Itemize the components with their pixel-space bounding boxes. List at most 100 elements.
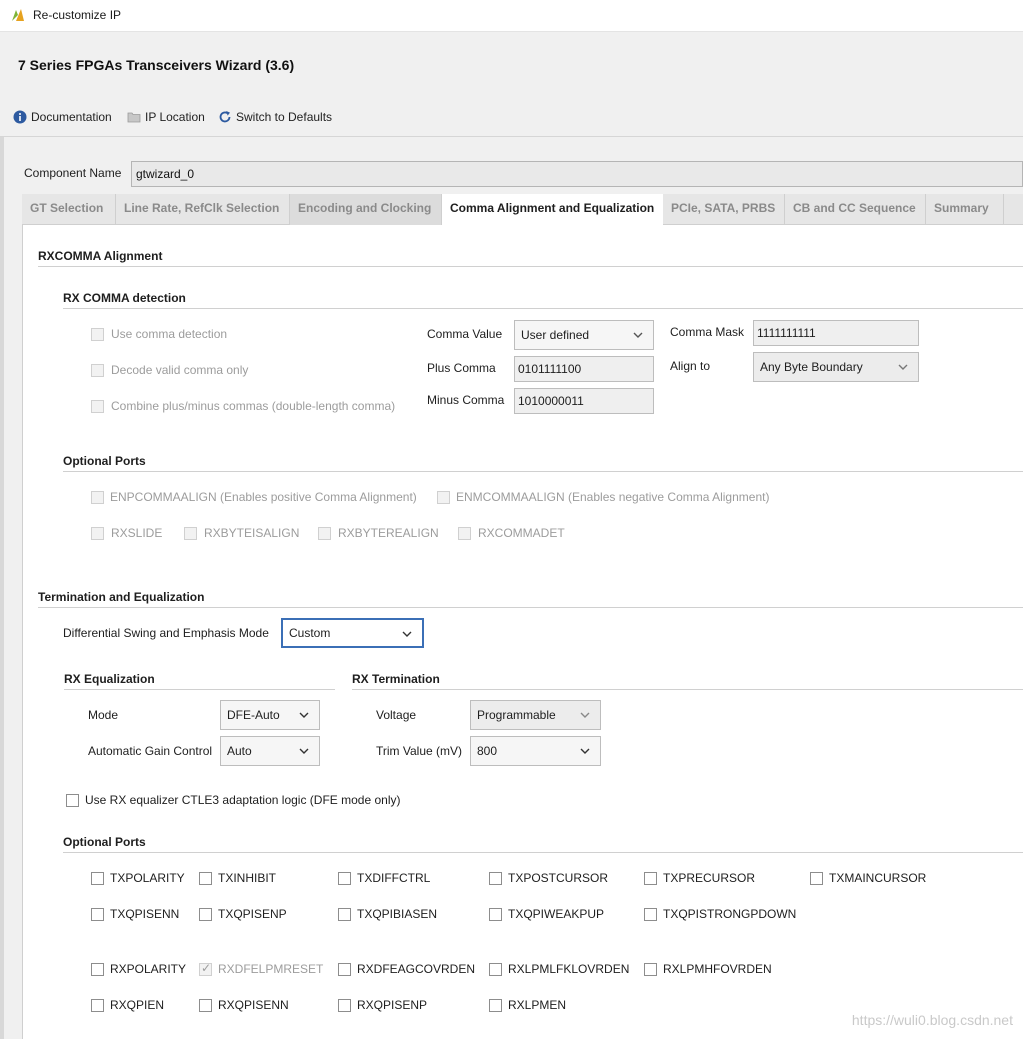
- rxslide-checkbox[interactable]: [91, 527, 104, 540]
- tab-line-rate[interactable]: Line Rate, RefClk Selection: [116, 194, 290, 225]
- txqpisenp-checkbox[interactable]: [199, 908, 212, 921]
- watermark: https://wuli0.blog.csdn.net: [851, 1012, 1013, 1028]
- txprecursor-checkbox[interactable]: [644, 872, 657, 885]
- rx-equalization-divider: [64, 689, 335, 690]
- ctle3-checkbox[interactable]: [66, 794, 79, 807]
- tab-comma-alignment[interactable]: Comma Alignment and Equalization: [442, 194, 663, 225]
- rx-comma-detection-title: RX COMMA detection: [63, 291, 186, 305]
- rx-termination-title: RX Termination: [352, 672, 440, 686]
- rxlpmlfklovrden-checkbox[interactable]: [489, 963, 502, 976]
- swing-mode-label: Differential Swing and Emphasis Mode: [63, 626, 269, 640]
- switch-defaults-label: Switch to Defaults: [236, 110, 333, 124]
- combine-commas-checkbox[interactable]: [91, 400, 104, 413]
- rxdfelpmreset-label: RXDFELPMRESET: [218, 962, 324, 976]
- enmcommaalign-label: ENMCOMMAALIGN (Enables negative Comma Al…: [456, 490, 770, 504]
- checkmark-icon: ✓: [201, 961, 212, 975]
- swing-mode-selected: Custom: [289, 626, 331, 640]
- rxdfeagcovrden-checkbox[interactable]: [338, 963, 351, 976]
- align-to-dropdown[interactable]: Any Byte Boundary: [753, 352, 919, 382]
- folder-icon: [127, 112, 141, 123]
- mode-selected: DFE-Auto: [227, 708, 280, 722]
- tab-cb-cc-sequence[interactable]: CB and CC Sequence: [785, 194, 926, 225]
- rxbyterealign-label: RXBYTEREALIGN: [338, 526, 439, 540]
- info-icon: [13, 110, 27, 124]
- decode-valid-comma-label: Decode valid comma only: [111, 363, 249, 377]
- mode-dropdown[interactable]: DFE-Auto: [220, 700, 320, 730]
- rxqpisenp-checkbox[interactable]: [338, 999, 351, 1012]
- minus-comma-label: Minus Comma: [427, 393, 505, 407]
- rxcommadet-label: RXCOMMADET: [478, 526, 565, 540]
- vivado-logo-icon: [12, 9, 24, 21]
- txpostcursor-checkbox[interactable]: [489, 872, 502, 885]
- use-comma-detection-checkbox[interactable]: [91, 328, 104, 341]
- use-comma-detection-label: Use comma detection: [111, 327, 228, 341]
- ctle3-label: Use RX equalizer CTLE3 adaptation logic …: [85, 793, 401, 807]
- refresh-icon: [219, 111, 231, 123]
- rxdfeagcovrden-label: RXDFEAGCOVRDEN: [357, 962, 476, 976]
- decode-valid-comma-checkbox[interactable]: [91, 364, 104, 377]
- minus-comma-input[interactable]: 1010000011: [514, 388, 654, 414]
- chevron-down-icon: [402, 631, 412, 637]
- agc-selected: Auto: [227, 744, 252, 758]
- swing-mode-dropdown[interactable]: Custom: [281, 618, 424, 648]
- txdiffctrl-checkbox[interactable]: [338, 872, 351, 885]
- termination-section-title: Termination and Equalization: [38, 590, 205, 604]
- txqpisenn-checkbox[interactable]: [91, 908, 104, 921]
- chevron-down-icon: [299, 748, 309, 754]
- component-name-label: Component Name: [24, 166, 122, 180]
- align-to-selected: Any Byte Boundary: [760, 360, 863, 374]
- documentation-button[interactable]: Documentation: [13, 108, 112, 126]
- tab-encoding-clocking[interactable]: Encoding and Clocking: [290, 194, 442, 225]
- documentation-label: Documentation: [31, 110, 112, 124]
- rxpolarity-label: RXPOLARITY: [110, 962, 187, 976]
- plus-comma-label: Plus Comma: [427, 361, 496, 375]
- voltage-selected: Programmable: [477, 708, 556, 722]
- term-optional-ports-title: Optional Ports: [63, 835, 146, 849]
- switch-defaults-button[interactable]: Switch to Defaults: [218, 108, 332, 126]
- rxpolarity-checkbox[interactable]: [91, 963, 104, 976]
- rxlpmen-checkbox[interactable]: [489, 999, 502, 1012]
- rxbyterealign-checkbox[interactable]: [318, 527, 331, 540]
- rxcomma-optional-ports-divider: [63, 471, 1023, 472]
- txmaincursor-label: TXMAINCURSOR: [829, 871, 927, 885]
- txpostcursor-label: TXPOSTCURSOR: [508, 871, 609, 885]
- txinhibit-checkbox[interactable]: [199, 872, 212, 885]
- rxdfelpmreset-checkbox[interactable]: ✓: [199, 961, 212, 976]
- window-titlebar: Re-customize IP: [0, 0, 1023, 32]
- rxqpisenn-checkbox[interactable]: [199, 999, 212, 1012]
- txqpiweakpup-checkbox[interactable]: [489, 908, 502, 921]
- agc-dropdown[interactable]: Auto: [220, 736, 320, 766]
- term-optional-ports-divider: [63, 852, 1023, 853]
- voltage-label: Voltage: [376, 708, 417, 722]
- mode-label: Mode: [88, 708, 119, 722]
- txmaincursor-checkbox[interactable]: [810, 872, 823, 885]
- txdiffctrl-label: TXDIFFCTRL: [357, 871, 431, 885]
- enpcommaalign-checkbox[interactable]: [91, 491, 104, 504]
- trim-value-dropdown[interactable]: 800: [470, 736, 601, 766]
- txpolarity-checkbox[interactable]: [91, 872, 104, 885]
- tab-pcie-sata-prbs[interactable]: PCIe, SATA, PRBS: [663, 194, 785, 225]
- ip-location-button[interactable]: IP Location: [127, 108, 205, 126]
- txqpistrongpdown-checkbox[interactable]: [644, 908, 657, 921]
- rxbyteisalign-checkbox[interactable]: [184, 527, 197, 540]
- termination-divider: [38, 607, 1023, 608]
- enpcommaalign-label: ENPCOMMAALIGN (Enables positive Comma Al…: [110, 490, 417, 504]
- rx-termination-divider: [352, 689, 1023, 690]
- comma-value-dropdown[interactable]: User defined: [514, 320, 654, 350]
- enmcommaalign-checkbox[interactable]: [437, 491, 450, 504]
- tab-summary[interactable]: Summary: [926, 194, 1004, 225]
- component-name-input[interactable]: gtwizard_0: [131, 161, 1023, 187]
- plus-comma-input[interactable]: 0101111100: [514, 356, 654, 382]
- txqpibiasen-checkbox[interactable]: [338, 908, 351, 921]
- rxcomma-divider: [38, 266, 1023, 267]
- comma-mask-input[interactable]: 1111111111: [753, 320, 919, 346]
- rxlpmen-label: RXLPMEN: [508, 998, 567, 1012]
- tab-gt-selection[interactable]: GT Selection: [22, 194, 116, 225]
- rxqpien-checkbox[interactable]: [91, 999, 104, 1012]
- rxcommadet-checkbox[interactable]: [458, 527, 471, 540]
- page-title: 7 Series FPGAs Transceivers Wizard (3.6): [18, 57, 295, 73]
- rxlpmlfklovrden-label: RXLPMLFKLOVRDEN: [508, 962, 630, 976]
- rxlpmhfovrden-checkbox[interactable]: [644, 963, 657, 976]
- voltage-dropdown[interactable]: Programmable: [470, 700, 601, 730]
- rxqpisenp-label: RXQPISENP: [357, 998, 428, 1012]
